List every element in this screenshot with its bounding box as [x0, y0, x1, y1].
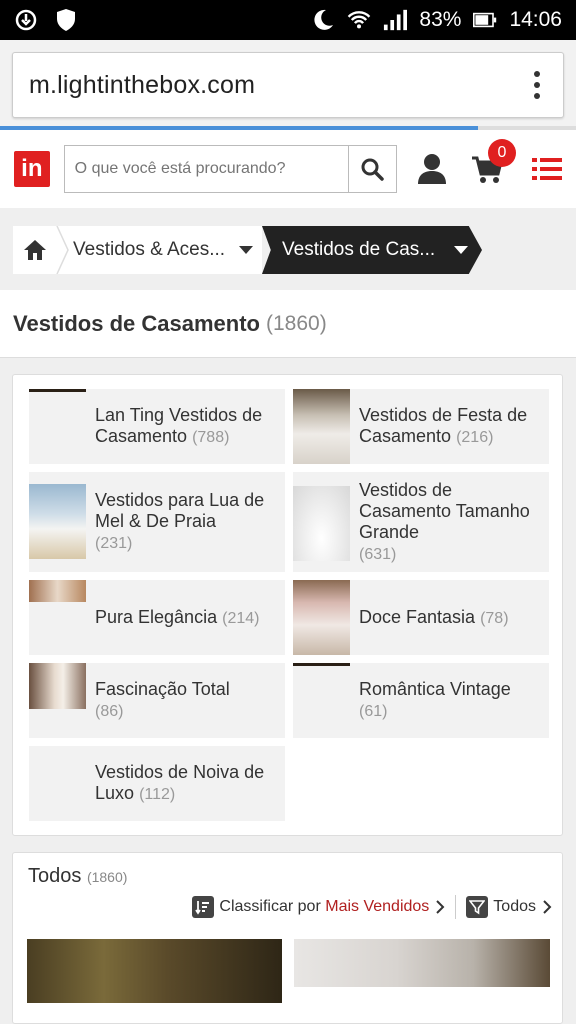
sort-value: Mais Vendidos	[325, 898, 430, 915]
breadcrumb: Vestidos & Aces... Vestidos de Cas...	[0, 208, 576, 290]
divider	[455, 895, 457, 919]
subcategory-card[interactable]: Fascinação Total (86)	[29, 663, 285, 738]
sort-icon	[192, 896, 215, 918]
search-input[interactable]	[64, 146, 348, 192]
search-icon	[361, 158, 384, 181]
subcategory-card[interactable]: Vestidos de Festa de Casamento (216)	[293, 389, 549, 464]
status-bar: 83% 14:06	[0, 0, 576, 40]
category-thumbnail	[293, 389, 350, 464]
caret-down-icon	[239, 246, 253, 254]
chevron-right-icon	[436, 900, 445, 914]
sync-icon	[14, 8, 38, 32]
category-thumbnail	[29, 746, 86, 821]
breadcrumb-home[interactable]	[13, 226, 57, 274]
url-text[interactable]: m.lightinthebox.com	[29, 71, 255, 100]
caret-down-icon	[454, 246, 469, 254]
subcategory-label: Romântica Vintage (61)	[359, 679, 511, 720]
subcategory-label: Fascinação Total (86)	[95, 679, 230, 720]
category-thumbnail	[29, 663, 86, 709]
category-thumbnail	[293, 580, 350, 655]
page-title-bar: Vestidos de Casamento (1860)	[0, 290, 576, 358]
subcategory-label: Vestidos de Noiva de Luxo (112)	[95, 762, 265, 803]
address-bar[interactable]: m.lightinthebox.com	[12, 52, 564, 118]
breadcrumb-item-vestidos-casamento[interactable]: Vestidos de Cas...	[262, 226, 482, 274]
category-thumbnail	[29, 484, 86, 559]
subcategory-label: Vestidos para Lua de Mel & De Praia (231)	[95, 490, 265, 552]
page-title: Vestidos de Casamento	[13, 310, 260, 336]
listing-title: Todos	[28, 865, 82, 887]
filter-label: Todos	[493, 898, 536, 915]
filter-icon	[466, 896, 489, 918]
subcategory-label: Lan Ting Vestidos de Casamento (788)	[95, 405, 263, 446]
signal-icon	[383, 8, 408, 32]
subcategory-label: Vestidos de Casamento Tamanho Grande (631…	[359, 480, 530, 563]
subcategory-card[interactable]: Vestidos de Noiva de Luxo (112)	[29, 746, 285, 821]
subcategory-card[interactable]: Romântica Vintage (61)	[293, 663, 549, 738]
category-thumbnail	[29, 389, 86, 464]
moon-icon	[311, 8, 335, 32]
category-thumbnail	[293, 663, 350, 738]
battery-icon	[473, 8, 497, 32]
subcategory-label: Doce Fantasia (78)	[359, 606, 509, 627]
home-icon	[24, 240, 46, 260]
search-button[interactable]	[347, 146, 396, 192]
sort-filter-row: Classificar por Mais Vendidos Todos	[192, 895, 552, 919]
cart-button[interactable]: 0	[470, 139, 516, 189]
shield-icon	[54, 8, 78, 32]
breadcrumb-label: Vestidos de Cas...	[282, 239, 436, 260]
subcategory-card[interactable]: Lan Ting Vestidos de Casamento (788)	[29, 389, 285, 464]
sort-control[interactable]: Classificar por Mais Vendidos	[192, 896, 445, 918]
user-icon	[418, 154, 447, 184]
subcategory-card[interactable]: Pura Elegância (214)	[29, 580, 285, 655]
subcategory-label: Vestidos de Festa de Casamento (216)	[359, 405, 528, 446]
subcategory-card[interactable]: Doce Fantasia (78)	[293, 580, 549, 655]
site-header: in 0	[0, 130, 576, 208]
subcategory-label: Pura Elegância (214)	[95, 606, 260, 627]
battery-percent: 83%	[419, 8, 462, 31]
sort-label: Classificar por	[219, 898, 321, 915]
product-image[interactable]	[27, 939, 282, 1003]
page-count: (1860)	[265, 311, 327, 335]
wifi-icon	[347, 8, 371, 32]
menu-button[interactable]	[532, 155, 562, 183]
account-button[interactable]	[417, 149, 449, 189]
category-thumbnail	[293, 486, 350, 561]
subcategory-panel: Lan Ting Vestidos de Casamento (788) Ves…	[12, 374, 563, 836]
listing-count: (1860)	[86, 869, 128, 885]
site-logo[interactable]: in	[14, 151, 50, 187]
breadcrumb-label: Vestidos & Aces...	[73, 239, 226, 260]
breadcrumb-item-vestidos-acessorios[interactable]: Vestidos & Aces...	[57, 226, 262, 274]
cart-count-badge: 0	[488, 139, 516, 167]
subcategory-card[interactable]: Vestidos de Casamento Tamanho Grande (631…	[293, 472, 549, 572]
breadcrumb-separator	[56, 226, 69, 274]
search-box	[63, 145, 397, 193]
filter-control[interactable]: Todos	[466, 896, 552, 918]
browser-toolbar: m.lightinthebox.com	[0, 40, 576, 126]
chevron-right-icon	[543, 900, 552, 914]
category-thumbnail	[29, 580, 86, 602]
product-listing: Todos (1860) Classificar por Mais Vendid…	[12, 852, 563, 1024]
product-image[interactable]	[294, 939, 550, 987]
listing-header: Todos (1860)	[28, 865, 127, 888]
subcategory-card[interactable]: Vestidos para Lua de Mel & De Praia (231)	[29, 472, 285, 572]
overflow-menu-icon[interactable]	[527, 71, 547, 99]
clock: 14:06	[509, 8, 562, 31]
list-menu-icon	[532, 158, 562, 180]
